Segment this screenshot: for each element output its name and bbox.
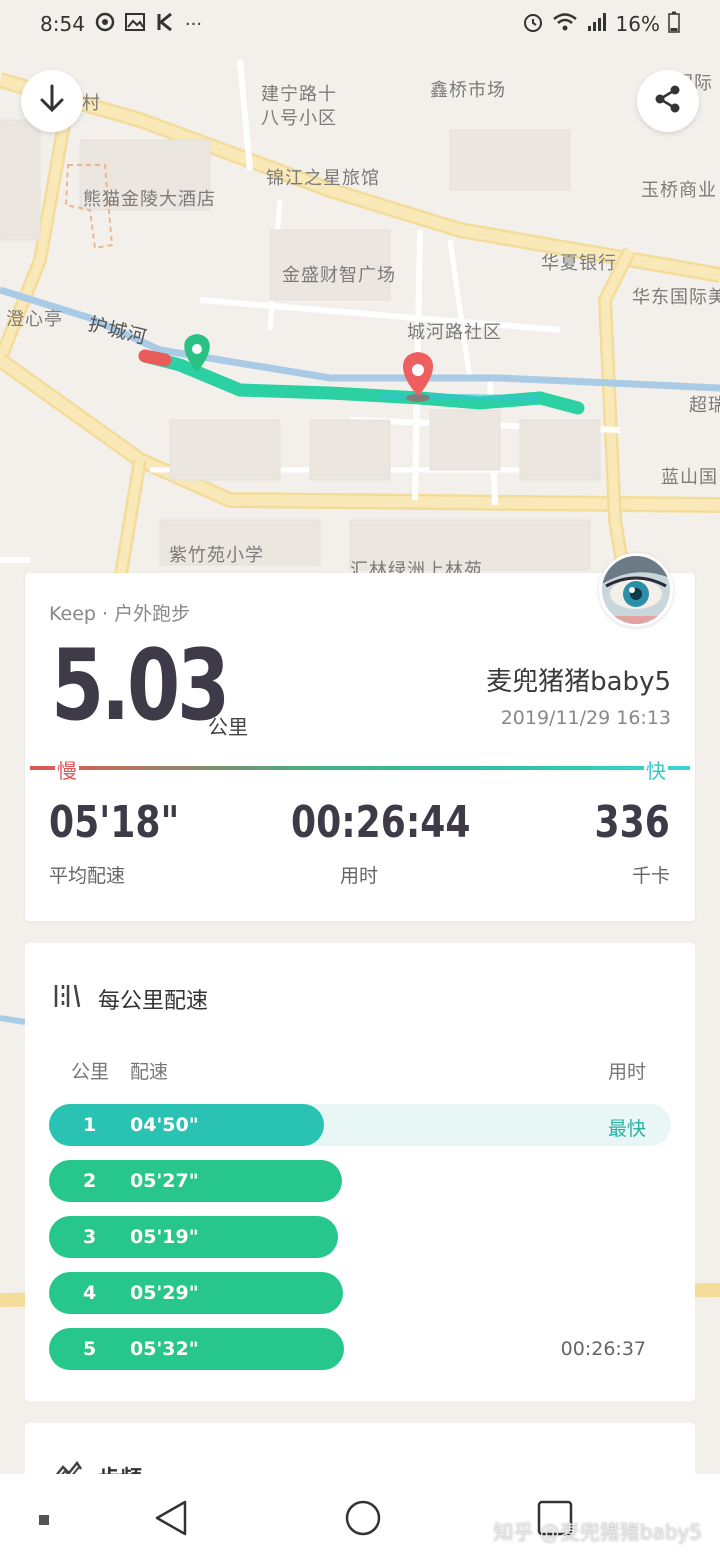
map-label: 超瑞 xyxy=(689,395,720,416)
distance-unit: 公里 xyxy=(208,715,248,739)
status-bar: 8:54 ··· 16% xyxy=(0,0,720,48)
signal-icon xyxy=(586,12,608,37)
pace-card-title: 每公里配速 xyxy=(98,989,209,1014)
username: 麦兜猪猪baby5 xyxy=(486,667,671,697)
status-time: 8:54 xyxy=(40,12,85,36)
recent-dot-icon[interactable] xyxy=(38,1511,50,1530)
fast-label: 快 xyxy=(644,755,668,784)
map-label: 紫竹苑小学 xyxy=(169,545,264,566)
download-button[interactable] xyxy=(21,70,83,132)
duration-value: 00:26:44 xyxy=(291,797,471,848)
pace-value: 05'19" xyxy=(130,1226,199,1248)
battery-percent: 16% xyxy=(615,12,660,36)
calories-value: 336 xyxy=(594,797,670,848)
home-button[interactable] xyxy=(344,1499,382,1541)
keep-app-icon xyxy=(155,12,175,37)
avatar-image xyxy=(602,556,670,624)
map-label: 建宁路十 xyxy=(261,84,337,105)
wifi-icon xyxy=(552,12,578,37)
map-label: 城河路社区 xyxy=(407,322,502,343)
map-label: 鑫桥市场 xyxy=(430,80,506,101)
share-icon xyxy=(653,84,683,118)
pace-value: 05'32" xyxy=(130,1338,199,1360)
map-label: 蓝山国 xyxy=(661,467,718,488)
column-header-time: 用时 xyxy=(607,1061,646,1083)
avg-pace-label: 平均配速 xyxy=(49,865,126,887)
pace-km-number: 2 xyxy=(83,1170,97,1192)
column-header-km: 公里 xyxy=(71,1061,110,1083)
map-label: 村 xyxy=(82,93,101,114)
calories-label: 千卡 xyxy=(631,865,670,887)
map-label: 锦江之星旅馆 xyxy=(266,168,380,189)
pace-bars-icon xyxy=(53,983,81,1015)
map-label: 华东国际美 xyxy=(632,287,720,308)
map-label: 玉桥商业 xyxy=(641,180,717,201)
pace-value: 05'29" xyxy=(130,1282,199,1304)
map-label: 八号小区 xyxy=(261,108,337,129)
gallery-icon xyxy=(124,12,145,36)
back-button[interactable] xyxy=(153,1498,189,1542)
slow-label: 慢 xyxy=(55,755,79,784)
activity-type: Keep · 户外跑步 xyxy=(49,603,191,625)
pace-km-number: 5 xyxy=(83,1338,97,1360)
distance-value: 5.03 xyxy=(51,629,230,743)
watermark: 知乎 @麦兜猪猪baby5 xyxy=(493,1520,702,1544)
map-label: 澄心亭 xyxy=(6,309,63,330)
map-label: 华夏银行 xyxy=(541,253,617,274)
run-datetime: 2019/11/29 16:13 xyxy=(500,707,671,729)
pace-km-number: 1 xyxy=(83,1114,97,1136)
pace-value: 04'50" xyxy=(130,1114,199,1136)
avatar[interactable] xyxy=(599,553,673,627)
pace-km-number: 4 xyxy=(83,1282,97,1304)
pace-per-km-card: 每公里配速 公里 配速 用时 1 04'50" 最快 2 05'27" 3 05'19" 4 0… xyxy=(25,943,695,1401)
cumulative-time: 00:26:37 xyxy=(560,1338,646,1360)
avg-pace-value: 05'18" xyxy=(49,797,180,848)
fastest-label: 最快 xyxy=(607,1118,646,1140)
map-label: 金盛财智广场 xyxy=(282,265,396,286)
alarm-icon xyxy=(522,11,544,38)
share-button[interactable] xyxy=(637,70,699,132)
netease-music-icon xyxy=(95,12,115,37)
column-header-pace: 配速 xyxy=(130,1061,169,1083)
pace-km-number: 3 xyxy=(83,1226,97,1248)
speed-gradient-bar xyxy=(30,766,690,770)
map-label: 熊猫金陵大酒店 xyxy=(83,189,216,210)
duration-label: 用时 xyxy=(340,865,379,887)
pace-value: 05'27" xyxy=(130,1170,199,1192)
battery-icon xyxy=(668,11,680,38)
more-notifications-icon: ··· xyxy=(184,13,203,35)
arrow-down-icon xyxy=(38,84,66,118)
